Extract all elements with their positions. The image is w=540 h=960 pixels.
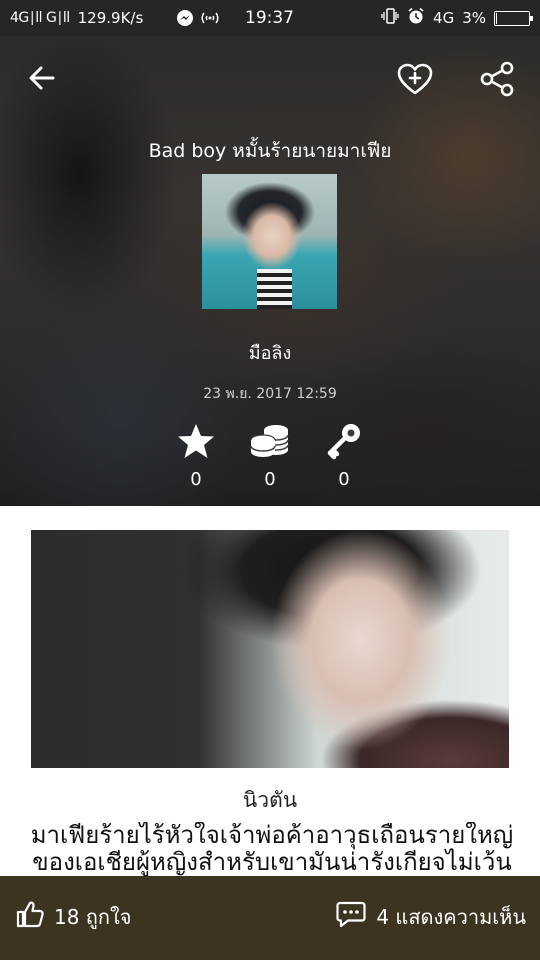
- messenger-icon: [176, 9, 194, 31]
- back-button[interactable]: [20, 58, 64, 102]
- coins-icon: [240, 421, 300, 461]
- star-icon: [166, 421, 226, 461]
- like-count: 18 ถูกใจ: [54, 904, 132, 929]
- star-count: 0: [190, 469, 202, 490]
- star-stat[interactable]: 0: [166, 421, 226, 490]
- thumbs-up-icon: [16, 900, 44, 933]
- key-stat[interactable]: 0: [314, 421, 374, 490]
- share-icon: [479, 61, 515, 101]
- share-button[interactable]: [474, 58, 520, 104]
- comment-button[interactable]: 4 แสดงความเห็น: [336, 900, 526, 933]
- network-speed: 129.9K/s: [77, 9, 144, 27]
- author-name[interactable]: มือลิง: [0, 338, 540, 367]
- bottom-action-bar: 18 ถูกใจ 4 แสดงความเห็น: [0, 876, 540, 960]
- back-arrow-icon: [27, 63, 57, 97]
- hotspot-icon: [200, 9, 220, 31]
- vibrate-icon: [381, 7, 399, 29]
- key-count: 0: [338, 469, 350, 490]
- comment-icon: [336, 900, 366, 933]
- network-indicator: 4G∣ll G∣ll: [10, 10, 70, 26]
- key-icon: [314, 421, 374, 461]
- post-date: 23 พ.ย. 2017 12:59: [203, 386, 337, 402]
- status-bar: 4G∣ll G∣ll 129.9K/s 19:37 4G 3%: [0, 0, 540, 36]
- like-button[interactable]: 18 ถูกใจ: [16, 900, 132, 933]
- clock: 19:37: [245, 8, 294, 28]
- alarm-icon: [407, 7, 425, 29]
- coin-stat[interactable]: 0: [240, 421, 300, 490]
- story-synopsis: มาเฟียร้ายไร้หัวใจเจ้าพ่อค้าอาวุธเถื่อนร…: [30, 822, 514, 876]
- comment-count: 4 แสดงความเห็น: [376, 904, 526, 929]
- heart-plus-icon: [396, 62, 434, 100]
- story-title: Bad boy หมั้นร้ายนายมาเฟีย: [148, 140, 392, 162]
- network-type: 4G: [433, 9, 455, 27]
- story-banner-image: [31, 530, 509, 768]
- cover-image[interactable]: [202, 174, 337, 309]
- battery-icon: [494, 10, 533, 26]
- add-favorite-button[interactable]: [392, 58, 438, 104]
- story-category: นิวตัน: [242, 788, 298, 812]
- battery-percent: 3%: [462, 9, 486, 27]
- coin-count: 0: [264, 469, 276, 490]
- story-header: Bad boy หมั้นร้ายนายมาเฟีย มือลิง 23 พ.ย…: [0, 36, 540, 506]
- cover-image-detail: [257, 269, 292, 309]
